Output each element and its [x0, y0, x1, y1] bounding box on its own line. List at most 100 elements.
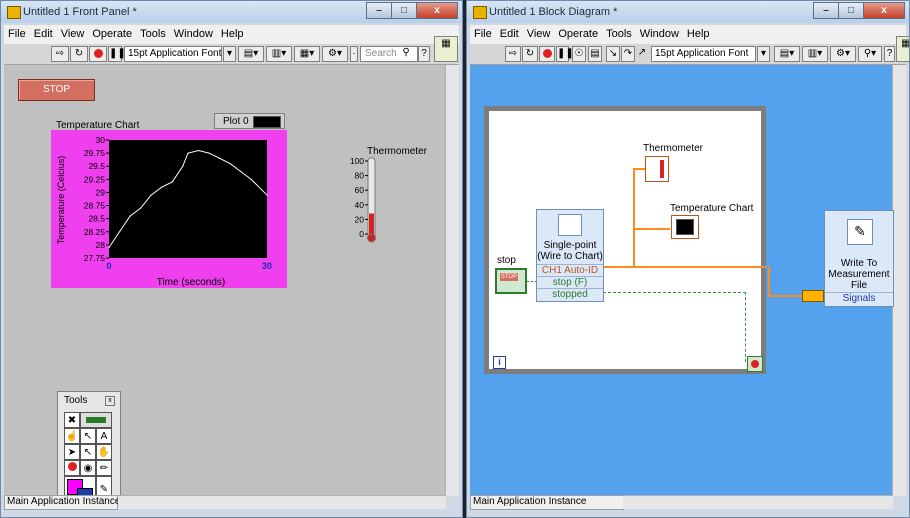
font-dropdown-icon[interactable]: ▾ [757, 46, 770, 62]
menu-help[interactable]: Help [683, 25, 714, 40]
menu-view[interactable]: View [57, 25, 89, 40]
resize-objects-icon[interactable]: ▦▾ [294, 46, 320, 62]
block-diagram-horizontal-scrollbar[interactable] [623, 495, 893, 509]
single-point-express-vi[interactable]: Single-point (Wire to Chart) CH1 Auto-ID… [536, 209, 604, 302]
menu-tools[interactable]: Tools [136, 25, 170, 40]
front-panel-titlebar[interactable]: Untitled 1 Front Panel * – □ x [1, 1, 462, 23]
thermometer-terminal[interactable] [645, 156, 669, 182]
thermometer-wire[interactable] [633, 168, 645, 170]
automatic-tool-led-icon[interactable] [80, 412, 112, 428]
express-vi-stopped-output[interactable]: stopped [537, 288, 603, 300]
abort-icon[interactable] [89, 46, 107, 62]
highlight-execution-icon[interactable]: ☉ [572, 46, 586, 62]
distribute-objects-icon[interactable]: ▥▾ [266, 46, 292, 62]
align-objects-icon[interactable]: ▤▾ [774, 46, 800, 62]
toolbar-expander[interactable]: · [350, 46, 358, 62]
position-size-icon[interactable]: ↖ [80, 428, 96, 444]
dynamic-data-wire[interactable] [603, 266, 766, 268]
font-dropdown-icon[interactable]: ▾ [223, 46, 236, 62]
vi-icon[interactable]: ▦ [896, 36, 909, 62]
help-icon[interactable]: ? [884, 46, 895, 62]
write-to-measurement-file-vi[interactable]: ✎ Write To Measurement File Signals [824, 210, 894, 307]
vi-icon[interactable]: ▦ [434, 36, 458, 62]
block-diagram-vertical-scrollbar[interactable] [892, 65, 906, 496]
stop-button[interactable]: STOP [18, 79, 95, 101]
file-wire-vertical[interactable] [768, 266, 770, 296]
breakpoint-icon[interactable] [64, 460, 80, 476]
get-color-icon[interactable]: ✏ [96, 460, 112, 476]
plot-legend[interactable]: Plot 0 [214, 113, 285, 129]
menu-edit[interactable]: Edit [496, 25, 523, 40]
automatic-tool-icon[interactable]: ✖ [64, 412, 80, 428]
reorder-icon[interactable]: ⚙▾ [322, 46, 348, 62]
run-continuously-icon[interactable]: ↻ [70, 46, 88, 62]
align-objects-icon[interactable]: ▤▾ [238, 46, 264, 62]
y-tick-label: 28.25 [84, 227, 106, 237]
menu-help[interactable]: Help [217, 25, 248, 40]
thermometer-indicator[interactable]: 100 80 60 40 20 0 [341, 156, 381, 246]
chart-terminal[interactable] [671, 215, 699, 239]
front-panel-title: Untitled 1 Front Panel * [23, 6, 137, 18]
menu-operate[interactable]: Operate [554, 25, 602, 40]
window-controls: – □ x [813, 2, 905, 19]
menu-file[interactable]: File [4, 25, 30, 40]
zoom-icon[interactable]: ⚲▾ [858, 46, 882, 62]
maximize-button[interactable]: □ [838, 2, 864, 19]
stopped-wire-vertical[interactable] [745, 292, 746, 362]
x-tick-label[interactable]: 30 [262, 261, 272, 271]
probe-icon[interactable]: ◉ [80, 460, 96, 476]
minimize-button[interactable]: – [366, 2, 392, 19]
run-arrow-icon[interactable]: ⇨ [51, 46, 69, 62]
write-vi-signals-input[interactable]: Signals [825, 292, 893, 304]
menu-view[interactable]: View [523, 25, 555, 40]
chart-wire[interactable] [633, 228, 670, 230]
step-out-icon[interactable]: ↗ [636, 46, 648, 62]
maximize-button[interactable]: □ [391, 2, 417, 19]
chart-plot-area[interactable] [109, 140, 267, 258]
close-button[interactable]: x [416, 2, 458, 19]
pause-icon[interactable]: ❚❚ [556, 46, 574, 62]
search-icon[interactable]: ⚲ [396, 46, 416, 62]
tools-palette-close-icon[interactable]: x [105, 396, 115, 406]
scroll-window-icon[interactable]: ✋ [96, 444, 112, 460]
block-diagram-titlebar[interactable]: Untitled 1 Block Diagram * – □ x [467, 1, 909, 23]
run-continuously-icon[interactable]: ↻ [522, 46, 538, 62]
abort-icon[interactable] [539, 46, 555, 62]
menu-tools[interactable]: Tools [602, 25, 636, 40]
front-panel-menubar: File Edit View Operate Tools Window Help [4, 25, 459, 44]
x-tick-label[interactable]: 0 [106, 261, 111, 271]
connect-wire-icon[interactable]: ➤ [64, 444, 80, 460]
menu-operate[interactable]: Operate [88, 25, 136, 40]
express-vi-stop-input[interactable]: stop (F) [537, 276, 603, 288]
minimize-button[interactable]: – [813, 2, 839, 19]
tools-palette[interactable]: Tools x ✖ ☝ ↖ A ➤ ↖ ✋ ◉ ✏ ✎ [57, 391, 121, 505]
reorder-icon[interactable]: ⚙▾ [830, 46, 856, 62]
loop-condition-terminal[interactable] [747, 356, 763, 372]
step-into-icon[interactable]: ↘ [606, 46, 620, 62]
edit-text-icon[interactable]: A [96, 428, 112, 444]
menu-window[interactable]: Window [170, 25, 217, 40]
stop-terminal[interactable]: STOP [495, 268, 527, 294]
close-button[interactable]: x [863, 2, 905, 19]
help-icon[interactable]: ? [418, 46, 430, 62]
step-over-icon[interactable]: ↷ [621, 46, 635, 62]
pause-icon[interactable]: ❚❚ [108, 46, 126, 62]
font-selector[interactable]: 15pt Application Font [124, 46, 222, 62]
retain-wire-values-icon[interactable]: ▤ [588, 46, 602, 62]
object-shortcut-icon[interactable]: ↖ [80, 444, 96, 460]
menu-file[interactable]: File [470, 25, 496, 40]
menu-edit[interactable]: Edit [30, 25, 57, 40]
operate-value-icon[interactable]: ☝ [64, 428, 80, 444]
distribute-objects-icon[interactable]: ▥▾ [802, 46, 828, 62]
dynamic-data-wire-vertical[interactable] [633, 168, 635, 268]
data-point [161, 186, 163, 188]
menu-window[interactable]: Window [636, 25, 683, 40]
front-panel-horizontal-scrollbar[interactable] [118, 495, 446, 509]
loop-iteration-terminal[interactable]: i [493, 356, 506, 369]
express-vi-ch1-output[interactable]: CH1 Auto-ID [537, 264, 603, 276]
run-arrow-icon[interactable]: ⇨ [505, 46, 521, 62]
front-panel-vertical-scrollbar[interactable] [445, 65, 459, 496]
font-selector[interactable]: 15pt Application Font [651, 46, 756, 62]
while-loop[interactable] [484, 106, 766, 374]
stopped-wire[interactable] [603, 292, 746, 293]
